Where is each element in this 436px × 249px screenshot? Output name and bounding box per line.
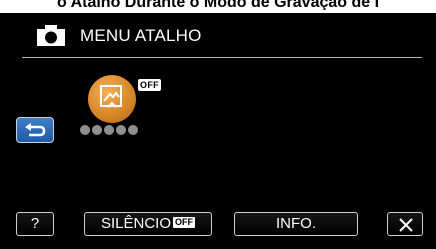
close-icon [399, 218, 413, 232]
menu-title: MENU ATALHO [80, 26, 202, 45]
camera-icon [36, 25, 66, 47]
footer-bar: ? SILÊNCIO OFF INFO. [0, 212, 436, 249]
menu-header: MENU ATALHO [0, 13, 436, 59]
mode-off-badge: OFF [138, 79, 161, 91]
silence-button[interactable]: SILÊNCIO OFF [84, 212, 212, 236]
header-divider [22, 57, 422, 58]
masked-mode-label [80, 125, 138, 135]
back-arrow-icon [25, 123, 46, 137]
info-button[interactable]: INFO. [234, 212, 358, 236]
silence-off-badge: OFF [173, 217, 196, 229]
help-label: ? [30, 215, 40, 232]
scene-mode-icon[interactable] [88, 75, 136, 123]
help-button[interactable]: ? [16, 212, 54, 236]
close-button[interactable] [387, 212, 423, 236]
camera-screen: MENU ATALHO OFF ? SILÊNCIO OFF INFO. [0, 13, 436, 249]
back-button[interactable] [16, 117, 54, 143]
silence-label: SILÊNCIO [100, 215, 172, 232]
page-caption: o Atalho Durante o Modo de Gravação de I [0, 0, 436, 10]
info-label: INFO. [276, 215, 316, 232]
